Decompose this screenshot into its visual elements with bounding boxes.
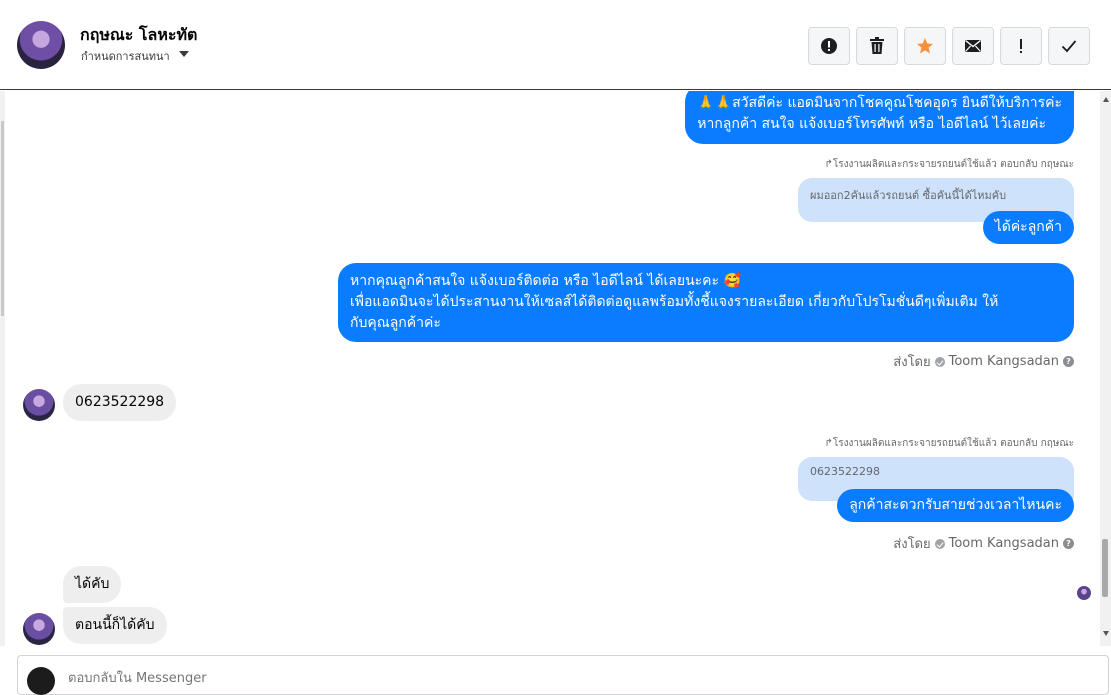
outgoing-message[interactable]: ได้ค่ะลูกค้า (982, 211, 1074, 244)
done-button[interactable] (1048, 27, 1090, 65)
sender-name[interactable]: Toom Kangsadan (949, 536, 1059, 551)
incoming-message[interactable]: ได้คับ (63, 566, 122, 603)
sender-name[interactable]: Toom Kangsadan (949, 354, 1059, 369)
right-scrollbar[interactable] (1100, 91, 1111, 646)
incoming-message[interactable]: 0623522298 (63, 384, 177, 421)
message-line: เพื่อแอดมินจะได้ประสานงานให้เซลส์ได้ติดต… (350, 294, 999, 310)
left-scrollbar[interactable] (0, 91, 5, 646)
sent-by-prefix: ส่งโดย (893, 355, 931, 370)
delete-button[interactable] (856, 27, 898, 65)
outgoing-message[interactable]: ลูกค้าสะดวกรับสายช่วงเวลาไหนคะ (837, 489, 1074, 522)
envelope-icon (965, 39, 981, 52)
contact-avatar[interactable] (17, 21, 65, 69)
reply-composer (17, 655, 1109, 695)
sent-by-label: ส่งโดย Toom Kangsadan ? (893, 533, 1074, 554)
verified-check-icon (934, 356, 945, 367)
sender-avatar[interactable] (23, 389, 55, 421)
message-thread[interactable]: 🙏🙏สวัสดีค่ะ แอดมินจากโชคคูณโชคอุดร ยินดี… (0, 91, 1111, 646)
conversation-label[interactable]: กำหนดการสนทนา (81, 47, 170, 65)
seen-indicator-avatar (1077, 586, 1091, 600)
incoming-message[interactable]: ตอนนี้ก็ได้คับ (63, 607, 167, 644)
mark-unread-button[interactable] (952, 27, 994, 65)
message-line: 🙏🙏สวัสดีค่ะ แอดมินจากโชคคูณโชคอุดร ยินดี… (697, 95, 1062, 111)
message-line: หากลูกค้า สนใจ แจ้งเบอร์โทรศัพท์ หรือ ไอ… (697, 116, 1046, 132)
reply-context-label: ↱โรงงานผลิตและกระจายรถยนต์ใช้แล้ว ตอบกลั… (824, 159, 1074, 170)
spam-button[interactable] (808, 27, 850, 65)
verified-check-icon (934, 538, 945, 549)
scrollbar-thumb[interactable] (1102, 539, 1108, 597)
help-icon[interactable]: ? (1063, 538, 1074, 549)
left-scrollbar-thumb[interactable] (1, 121, 4, 316)
chevron-down-icon[interactable] (179, 51, 189, 57)
star-icon (917, 38, 933, 54)
conversation-header: กฤษณะ โลหะทัต กำหนดการสนทนา (0, 0, 1111, 90)
trash-icon (870, 37, 884, 54)
outgoing-message[interactable]: หากคุณลูกค้าสนใจ แจ้งเบอร์ติดต่อ หรือ ไอ… (338, 263, 1074, 342)
scroll-up-icon[interactable] (1103, 97, 1109, 102)
sent-by-label: ส่งโดย Toom Kangsadan ? (893, 351, 1074, 372)
sender-avatar[interactable] (23, 613, 55, 645)
reply-context-label: ↱โรงงานผลิตและกระจายรถยนต์ใช้แล้ว ตอบกลั… (824, 438, 1074, 449)
checkmark-icon (1061, 40, 1077, 53)
message-line: กับคุณลูกค้าค่ะ (350, 315, 441, 331)
action-toolbar (808, 27, 1090, 65)
exclamation-icon (1020, 39, 1022, 53)
outgoing-message[interactable]: 🙏🙏สวัสดีค่ะ แอดมินจากโชคคูณโชคอุดร ยินดี… (685, 91, 1074, 144)
exclamation-circle-icon (821, 38, 837, 54)
scroll-down-icon[interactable] (1103, 631, 1109, 636)
sent-by-prefix: ส่งโดย (893, 537, 931, 552)
help-icon[interactable]: ? (1063, 356, 1074, 367)
page-avatar (27, 667, 55, 695)
follow-up-button[interactable] (1000, 27, 1042, 65)
contact-name[interactable]: กฤษณะ โลหะทัต (80, 23, 197, 48)
message-line: หากคุณลูกค้าสนใจ แจ้งเบอร์ติดต่อ หรือ ไอ… (350, 273, 741, 289)
star-button[interactable] (904, 27, 946, 65)
